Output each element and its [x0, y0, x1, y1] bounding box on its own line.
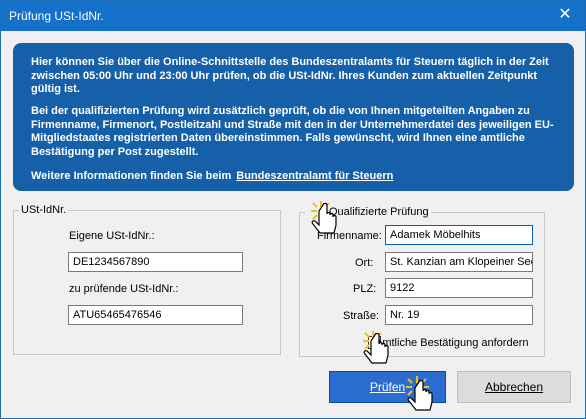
own-ustid-field[interactable]: DE1234567890 — [68, 252, 243, 272]
info-more-line: Weitere Informationen finden Sie beim Bun… — [31, 170, 561, 184]
city-field[interactable]: St. Kanzian am Klopeiner See — [385, 252, 533, 272]
check-ustid-field[interactable]: ATU65465476546 — [68, 305, 243, 325]
info-paragraph-1: Hier können Sie über die Online-Schnitts… — [31, 56, 549, 95]
check-ustid-label: zu prüfende USt-IdNr.: — [69, 283, 179, 295]
zip-field[interactable]: 9122 — [385, 278, 533, 298]
cancel-button-label: Abbrechen — [484, 380, 544, 394]
ustid-group: USt-IdNr. — [13, 204, 281, 355]
street-label: Straße: — [343, 310, 380, 322]
zip-label: PLZ: — [353, 283, 377, 295]
more-info-text: Weitere Informationen finden Sie beim — [31, 170, 232, 182]
company-field[interactable]: Adamek Möbelhits — [385, 225, 533, 245]
close-icon[interactable]: ✕ — [553, 4, 577, 26]
info-paragraph-2: Bei der qualifizierten Prüfung wird zusä… — [31, 105, 554, 158]
street-field[interactable]: Nr. 19 — [385, 305, 533, 325]
ustid-group-label: USt-IdNr. — [21, 204, 67, 216]
hand-cursor-icon — [406, 376, 433, 411]
hand-cursor-icon — [311, 201, 337, 234]
own-ustid-label: Eigene USt-IdNr.: — [69, 230, 155, 242]
title-bar: Prüfung USt-IdNr. ✕ — [1, 1, 585, 31]
cancel-button[interactable]: Abbrechen — [457, 371, 571, 403]
window-title: Prüfung USt-IdNr. — [9, 9, 104, 23]
bzst-link[interactable]: Bundeszentralamt für Steuern — [236, 170, 393, 182]
info-panel: Hier können Sie über die Online-Schnitts… — [13, 43, 574, 191]
check-button-label: Prüfen — [369, 380, 406, 394]
city-label: Ort: — [355, 257, 374, 269]
dialog-window: Prüfung USt-IdNr. ✕ Hier können Sie über… — [0, 0, 586, 419]
hand-cursor-icon — [363, 331, 389, 364]
